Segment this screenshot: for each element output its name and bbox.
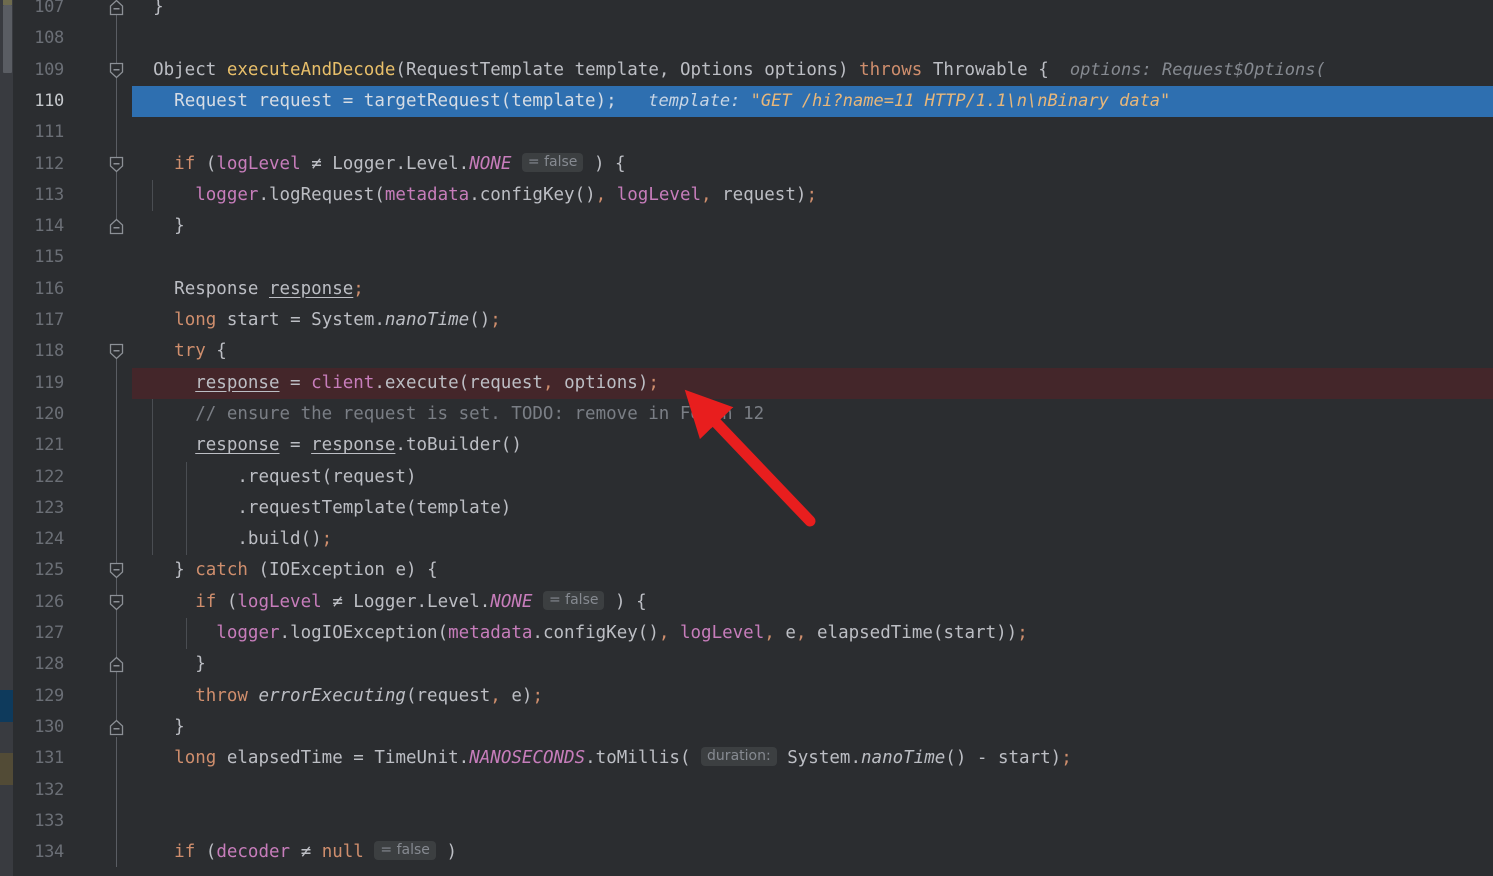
line-number: 111 (34, 122, 64, 143)
code-line-text: .request(request) (237, 466, 417, 487)
line-number: 128 (34, 654, 64, 675)
code-line-text: } (132, 716, 185, 737)
code-line[interactable]: if (logLevel ≠ Logger.Level.NONE = false… (132, 587, 1493, 618)
code-line-text: Object executeAndDecode(RequestTemplate … (153, 59, 1326, 80)
line-number: 129 (34, 685, 64, 706)
inlay-hint: = false (374, 841, 436, 861)
code-line[interactable]: } catch (IOException e) { (132, 555, 1493, 586)
code-line[interactable] (132, 117, 1493, 148)
line-number: 118 (34, 341, 64, 362)
vcs-change-strip[interactable] (0, 0, 13, 876)
code-line[interactable]: .build(); (132, 524, 1493, 555)
code-line-text: if (logLevel ≠ Logger.Level.NONE = false… (195, 590, 647, 612)
line-number: 120 (34, 403, 64, 424)
code-line[interactable]: if (logLevel ≠ Logger.Level.NONE = false… (132, 149, 1493, 180)
code-line[interactable] (132, 806, 1493, 837)
debugger-inline-value: options: (1069, 59, 1162, 80)
line-number: 108 (34, 28, 64, 49)
line-number: 122 (34, 466, 64, 487)
inlay-hint: = false (542, 590, 605, 610)
line-number: 130 (34, 716, 64, 737)
indent-guide (186, 461, 187, 556)
code-line[interactable] (132, 775, 1493, 806)
code-line-text: try { (174, 341, 227, 362)
line-number: 134 (34, 842, 64, 863)
indent-guide (186, 618, 187, 650)
code-line[interactable]: } (132, 712, 1493, 743)
debugger-inline-string: "GET /hi?name=11 HTTP/1.1\n\nBinary data… (750, 90, 1171, 111)
line-number: 114 (34, 216, 64, 237)
code-line-text: if (logLevel ≠ Logger.Level.NONE = false… (174, 152, 626, 174)
indent-guide (152, 398, 153, 556)
line-number: 115 (34, 247, 64, 268)
code-line[interactable]: } (132, 211, 1493, 242)
line-number: 116 (34, 278, 64, 299)
code-line[interactable]: .requestTemplate(template) (132, 493, 1493, 524)
code-line-text: // ensure the request is set. TODO: remo… (195, 403, 765, 424)
vcs-marker-changed[interactable] (0, 753, 13, 785)
line-number: 123 (34, 497, 64, 518)
line-number: 110 (34, 90, 64, 111)
line-number-column: 107 108 109 110 111 112 113 114 115 116 117 118 119 1… (13, 0, 132, 876)
code-line-text: } (132, 216, 185, 237)
code-line[interactable]: long start = System.nanoTime(); (132, 305, 1493, 336)
line-number: 109 (34, 59, 64, 80)
code-line-text: long elapsedTime = TimeUnit.NANOSECONDS.… (174, 747, 1072, 769)
vcs-marker-modified[interactable] (0, 690, 13, 722)
code-line-text: } catch (IOException e) { (174, 560, 438, 581)
code-line-text: Response response; (174, 278, 364, 299)
code-line-text: .requestTemplate(template) (237, 497, 512, 518)
line-number: 126 (34, 591, 64, 612)
line-number: 107 (34, 0, 64, 17)
code-line-text: logger.logRequest(metadata.configKey(), … (195, 184, 817, 205)
debugger-inline-type: Request$Options( (1161, 59, 1326, 80)
line-number: 119 (34, 372, 64, 393)
ide-editor-window: 107 108 109 110 111 112 113 114 115 116 117 118 119 1… (0, 0, 1493, 876)
code-line[interactable]: Response response; (132, 274, 1493, 305)
code-line[interactable]: throw errorExecuting(request, e); (132, 681, 1493, 712)
line-number: 131 (34, 748, 64, 769)
code-line-text: } (132, 0, 164, 17)
code-line-text: response = client.execute(request, optio… (195, 372, 659, 393)
code-line[interactable]: response = client.execute(request, optio… (132, 367, 1493, 399)
code-line[interactable]: response = response.toBuilder() (132, 430, 1493, 461)
inlay-hint: = false (521, 152, 584, 172)
code-line[interactable]: .request(request) (132, 462, 1493, 493)
line-number: 121 (34, 435, 64, 456)
line-number: 133 (34, 810, 64, 831)
debugger-inline-value: template: (648, 90, 751, 111)
code-line-text: long start = System.nanoTime(); (174, 310, 501, 330)
code-line-text: response = response.toBuilder() (195, 435, 522, 456)
code-line-text: .build(); (237, 529, 333, 550)
code-line-text: throw errorExecuting(request, e); (195, 685, 544, 706)
indent-guide (152, 179, 153, 212)
code-line[interactable]: logger.logIOException(metadata.configKey… (132, 618, 1493, 649)
line-number: 124 (34, 529, 64, 550)
line-number: 127 (34, 623, 64, 643)
inlay-hint: duration: (701, 747, 777, 767)
code-line[interactable] (132, 242, 1493, 273)
code-line[interactable]: } (132, 649, 1493, 680)
code-line-text: logger.logIOException(metadata.configKey… (216, 623, 1028, 643)
code-line[interactable] (132, 23, 1493, 54)
code-line-text: Request request = targetRequest(template… (174, 90, 1171, 111)
code-line-text: if (decoder ≠ null = false ) (174, 841, 457, 863)
code-line[interactable]: // ensure the request is set. TODO: remo… (132, 399, 1493, 430)
code-line[interactable]: long elapsedTime = TimeUnit.NANOSECONDS.… (132, 743, 1493, 774)
line-number: 125 (34, 560, 64, 581)
line-number: 113 (34, 184, 64, 205)
code-line[interactable]: } (132, 0, 1493, 23)
code-line[interactable]: logger.logRequest(metadata.configKey(), … (132, 180, 1493, 211)
line-number: 112 (34, 153, 64, 174)
code-line[interactable]: if (decoder ≠ null = false ) (132, 837, 1493, 868)
code-line[interactable]: Request request = targetRequest(template… (132, 85, 1493, 118)
line-number: 132 (34, 779, 64, 800)
code-line-text: } (132, 654, 206, 675)
code-editor-viewport[interactable]: } Object executeAndDecode(RequestTemplat… (132, 0, 1493, 876)
code-line[interactable]: try { (132, 336, 1493, 367)
line-number: 117 (34, 310, 64, 330)
code-line[interactable]: Object executeAndDecode(RequestTemplate … (132, 55, 1493, 86)
vertical-scrollbar-thumb[interactable] (3, 5, 12, 73)
